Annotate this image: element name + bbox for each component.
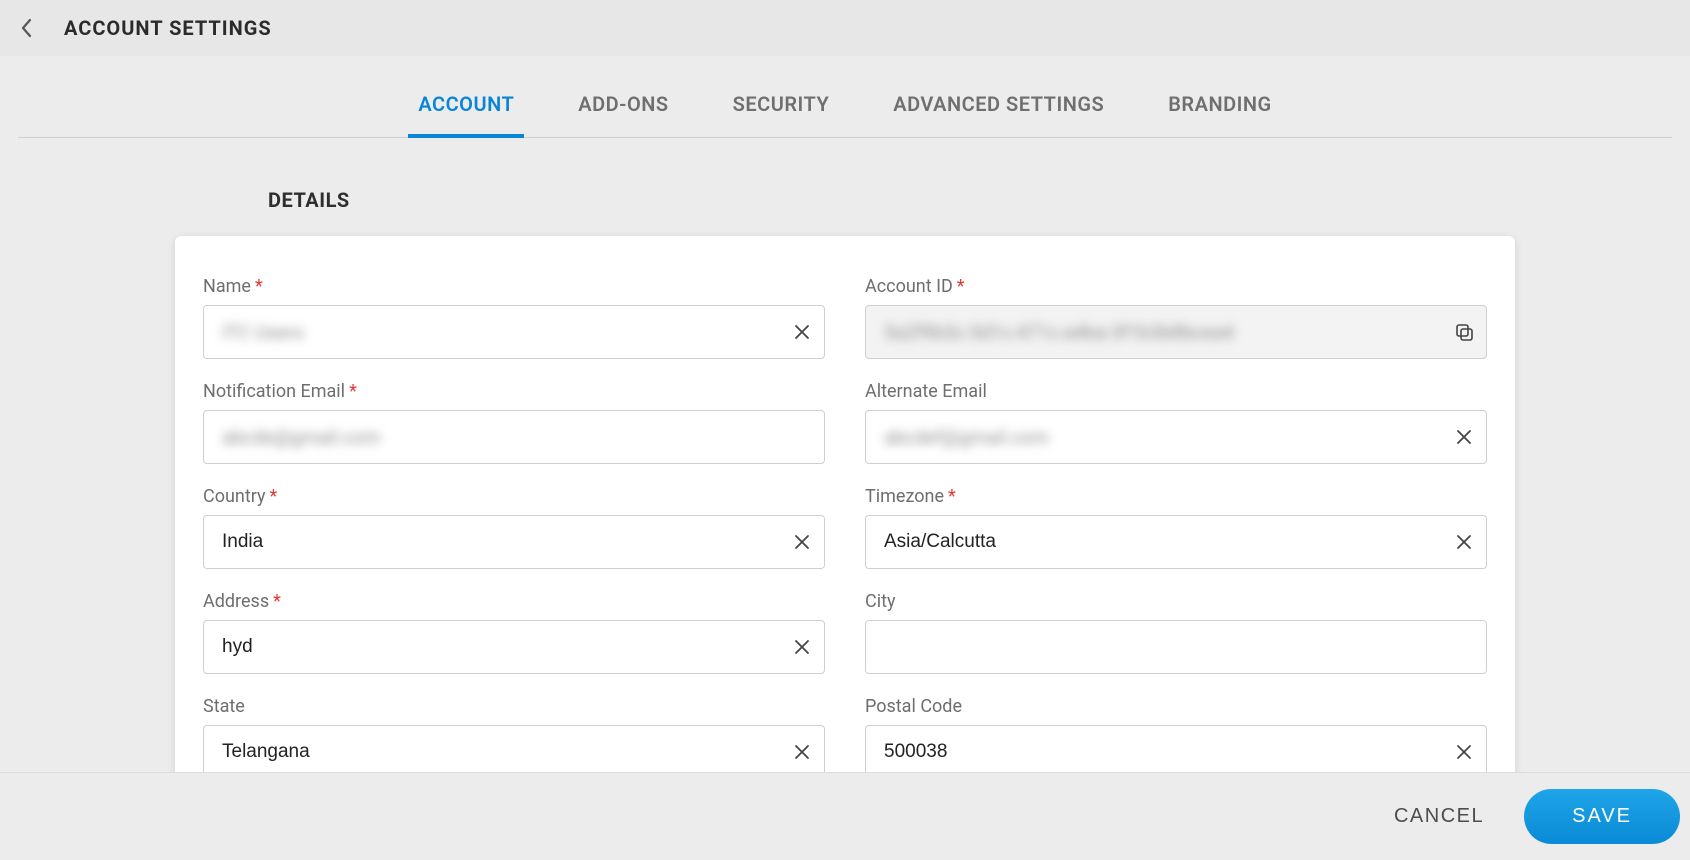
label-postal-code: Postal Code	[865, 696, 1487, 717]
input-wrap-notification-email: abcde@gmail.com	[203, 410, 825, 464]
input-wrap-account-id: 5a2f9b3c-5d1c-471c-a4ba-3f1b3b8bcea4	[865, 305, 1487, 359]
postal-code-input[interactable]	[866, 726, 1442, 778]
tab-security[interactable]: SECURITY	[723, 92, 840, 138]
field-city: City	[865, 591, 1487, 674]
required-star: *	[349, 381, 357, 402]
copy-icon[interactable]	[1442, 322, 1486, 342]
label-name-text: Name	[203, 276, 251, 297]
city-input[interactable]	[866, 621, 1486, 673]
clear-icon[interactable]	[780, 323, 824, 341]
label-city-text: City	[865, 591, 896, 612]
tab-add-ons[interactable]: ADD-ONS	[568, 92, 678, 138]
label-state: State	[203, 696, 825, 717]
label-notification-email: Notification Email*	[203, 381, 825, 402]
label-address-text: Address	[203, 591, 269, 612]
label-timezone-text: Timezone	[865, 486, 944, 507]
header-bar: ACCOUNT SETTINGS	[0, 0, 1690, 56]
clear-icon[interactable]	[1442, 743, 1486, 761]
field-state: State	[203, 696, 825, 779]
state-input[interactable]	[204, 726, 780, 778]
form-grid: Name* ITC Users Account ID* 5a2f9b3c-5d1…	[203, 276, 1487, 779]
label-country-text: Country	[203, 486, 266, 507]
label-postal-code-text: Postal Code	[865, 696, 962, 717]
clear-icon[interactable]	[780, 533, 824, 551]
name-input[interactable]: ITC Users	[204, 321, 780, 344]
label-timezone: Timezone*	[865, 486, 1487, 507]
tabs-row: ACCOUNT ADD-ONS SECURITY ADVANCED SETTIN…	[18, 56, 1672, 138]
field-country: Country*	[203, 486, 825, 569]
field-name: Name* ITC Users	[203, 276, 825, 359]
footer-bar: CANCEL SAVE	[0, 772, 1690, 860]
input-wrap-state	[203, 725, 825, 779]
cancel-button[interactable]: CANCEL	[1384, 791, 1494, 842]
tab-branding[interactable]: BRANDING	[1158, 92, 1281, 138]
label-name: Name*	[203, 276, 825, 297]
details-card: Name* ITC Users Account ID* 5a2f9b3c-5d1…	[175, 236, 1515, 811]
input-wrap-alternate-email: abcdef@gmail.com	[865, 410, 1487, 464]
required-star: *	[957, 276, 965, 297]
input-wrap-timezone	[865, 515, 1487, 569]
save-button[interactable]: SAVE	[1524, 789, 1680, 844]
tab-advanced-settings[interactable]: ADVANCED SETTINGS	[883, 92, 1114, 138]
timezone-input[interactable]	[866, 516, 1442, 568]
input-wrap-name: ITC Users	[203, 305, 825, 359]
input-wrap-city	[865, 620, 1487, 674]
clear-icon[interactable]	[1442, 533, 1486, 551]
section-heading-details: DETAILS	[268, 188, 1690, 212]
page-title: ACCOUNT SETTINGS	[64, 16, 272, 40]
input-wrap-postal-code	[865, 725, 1487, 779]
required-star: *	[273, 591, 281, 612]
label-state-text: State	[203, 696, 245, 717]
label-country: Country*	[203, 486, 825, 507]
notification-email-input[interactable]: abcde@gmail.com	[204, 426, 824, 449]
alternate-email-input[interactable]: abcdef@gmail.com	[866, 426, 1442, 449]
label-address: Address*	[203, 591, 825, 612]
clear-icon[interactable]	[780, 638, 824, 656]
clear-icon[interactable]	[1442, 428, 1486, 446]
tab-account[interactable]: ACCOUNT	[408, 92, 524, 138]
label-alternate-email-text: Alternate Email	[865, 381, 987, 402]
field-notification-email: Notification Email* abcde@gmail.com	[203, 381, 825, 464]
input-wrap-address	[203, 620, 825, 674]
back-chevron-icon[interactable]	[20, 16, 34, 40]
address-input[interactable]	[204, 621, 780, 673]
label-city: City	[865, 591, 1487, 612]
label-notification-email-text: Notification Email	[203, 381, 345, 402]
country-input[interactable]	[204, 516, 780, 568]
required-star: *	[255, 276, 263, 297]
field-address: Address*	[203, 591, 825, 674]
required-star: *	[270, 486, 278, 507]
label-alternate-email: Alternate Email	[865, 381, 1487, 402]
account-id-value: 5a2f9b3c-5d1c-471c-a4ba-3f1b3b8bcea4	[866, 321, 1442, 344]
field-account-id: Account ID* 5a2f9b3c-5d1c-471c-a4ba-3f1b…	[865, 276, 1487, 359]
field-postal-code: Postal Code	[865, 696, 1487, 779]
required-star: *	[948, 486, 956, 507]
label-account-id-text: Account ID	[865, 276, 953, 297]
field-alternate-email: Alternate Email abcdef@gmail.com	[865, 381, 1487, 464]
input-wrap-country	[203, 515, 825, 569]
clear-icon[interactable]	[780, 743, 824, 761]
label-account-id: Account ID*	[865, 276, 1487, 297]
field-timezone: Timezone*	[865, 486, 1487, 569]
